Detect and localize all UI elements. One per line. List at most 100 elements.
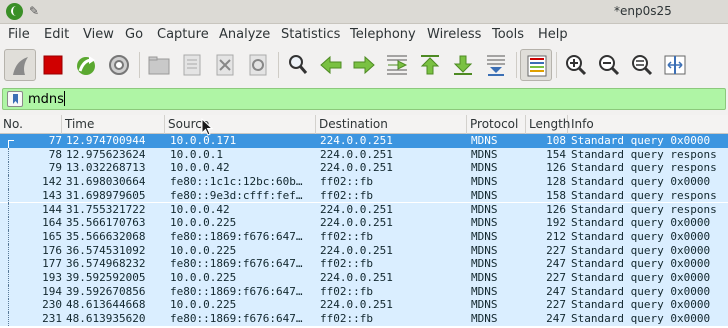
packet-length-cell: 247 (546, 312, 566, 326)
packet-protocol-cell: MDNS (471, 175, 498, 189)
column-header-protocol[interactable]: Protocol (467, 115, 526, 134)
packet-row[interactable]: 193 39.592592005 10.0.0.225 224.0.0.251 MDNS… (0, 271, 728, 285)
go-to-packet-icon[interactable] (381, 49, 413, 81)
packet-source-cell: 10.0.0.1 (170, 147, 223, 161)
packet-row[interactable]: 230 48.613644668 10.0.0.225 224.0.0.251 MDNS… (0, 298, 728, 313)
column-header-info[interactable]: Info (568, 115, 728, 134)
packet-no-cell: 164 (42, 216, 62, 230)
packet-destination-cell: 224.0.0.251 (320, 243, 393, 257)
packet-row[interactable]: 176 36.574531092 10.0.0.225 224.0.0.251 MDNS… (0, 243, 728, 258)
stop-capture-icon[interactable] (37, 49, 69, 81)
packet-row[interactable]: 144 31.755321722 10.0.0.42 224.0.0.251 MDNS 1… (0, 202, 728, 217)
menu-analyze[interactable]: Analyze (219, 27, 270, 42)
packet-destination-cell: ff02::fb (320, 312, 373, 326)
display-filter-input[interactable]: mdns (2, 88, 726, 110)
column-header-length[interactable]: Length (526, 115, 570, 134)
packet-row[interactable]: 77 12.974700944 10.0.0.171 224.0.0.251 MDNS 1… (0, 134, 728, 148)
go-first-icon[interactable] (414, 49, 446, 81)
capture-options-icon[interactable] (103, 49, 135, 81)
packet-info-cell: Standard query respons (571, 188, 717, 202)
column-header-source[interactable]: Source (165, 115, 316, 134)
packet-protocol-cell: MDNS (471, 243, 498, 257)
menu-statistics[interactable]: Statistics (281, 27, 340, 42)
packet-no-cell: 79 (48, 161, 62, 175)
pin-icon[interactable]: ✎ (29, 4, 41, 18)
packet-time-cell: 31.755321722 (66, 202, 146, 216)
filter-text: mdns (28, 92, 64, 107)
colorize-icon[interactable] (520, 49, 552, 81)
autoscroll-icon[interactable] (480, 49, 512, 81)
zoom-out-icon[interactable] (593, 49, 625, 81)
packet-info-cell: Standard query 0x0000 (571, 175, 711, 189)
packet-length-cell: 126 (546, 161, 566, 175)
toolbar-separator (516, 52, 517, 78)
menu-capture[interactable]: Capture (157, 27, 209, 42)
go-back-icon[interactable] (315, 49, 347, 81)
go-forward-icon[interactable] (348, 49, 380, 81)
packet-time-cell: 31.698030664 (66, 175, 146, 189)
packet-no-cell: 231 (42, 312, 62, 326)
packet-row[interactable]: 177 36.574968232 fe80::1869:f676:647… ff02:… (0, 257, 728, 272)
column-header-no[interactable]: No. (0, 115, 62, 134)
filter-bookmark-icon[interactable] (7, 91, 23, 107)
restart-capture-icon[interactable] (70, 49, 102, 81)
packet-no-cell: 193 (42, 271, 62, 284)
menu-help[interactable]: Help (538, 27, 568, 42)
packet-destination-cell: 224.0.0.251 (320, 202, 393, 216)
menu-bar: File Edit View Go Capture Analyze Statis… (0, 24, 728, 46)
column-header-destination[interactable]: Destination (316, 115, 467, 134)
packet-source-cell: fe80::9e3d:cfff:fef… (170, 188, 303, 202)
packet-protocol-cell: MDNS (471, 312, 498, 326)
menu-tools[interactable]: Tools (492, 27, 524, 42)
packet-row[interactable]: 165 35.566632068 fe80::1869:f676:647… ff02:… (0, 229, 728, 244)
packet-protocol-cell: MDNS (471, 284, 498, 298)
packet-time-cell: 35.566170763 (66, 216, 146, 230)
packet-row[interactable]: 78 12.975623624 10.0.0.1 224.0.0.251 MDNS 154… (0, 147, 728, 162)
packet-row[interactable]: 231 48.613935620 fe80::1869:f676:647… ff02:… (0, 312, 728, 327)
toolbar-separator (139, 52, 140, 78)
open-file-icon[interactable] (143, 49, 175, 81)
packet-no-cell: 177 (42, 257, 62, 271)
menu-wireless[interactable]: Wireless (427, 27, 481, 42)
packet-time-cell: 12.975623624 (66, 147, 146, 161)
packet-row[interactable]: 79 13.032268713 10.0.0.42 224.0.0.251 MDNS 12… (0, 161, 728, 176)
packet-destination-cell: 224.0.0.251 (320, 271, 393, 284)
packet-time-cell: 48.613644668 (66, 298, 146, 312)
reload-file-icon[interactable] (242, 49, 274, 81)
packet-source-cell: fe80::1869:f676:647… (170, 257, 303, 271)
packet-info-cell: Standard query 0x0000 (571, 134, 711, 147)
packet-protocol-cell: MDNS (471, 147, 498, 161)
menu-file[interactable]: File (8, 27, 30, 42)
save-file-icon[interactable] (176, 49, 208, 81)
packet-length-cell: 247 (546, 284, 566, 298)
resize-columns-icon[interactable] (659, 49, 691, 81)
packet-row[interactable]: 164 35.566170763 10.0.0.225 224.0.0.251 MDNS… (0, 216, 728, 231)
packet-no-cell: 143 (42, 188, 62, 202)
packet-source-cell: 10.0.0.171 (170, 134, 237, 147)
packet-no-cell: 142 (42, 175, 62, 189)
packet-destination-cell: ff02::fb (320, 257, 373, 271)
packet-row[interactable]: 143 31.698979605 fe80::9e3d:cfff:fef… ff02:… (0, 188, 728, 203)
close-file-icon[interactable] (209, 49, 241, 81)
find-packet-icon[interactable] (282, 49, 314, 81)
packet-protocol-cell: MDNS (471, 216, 498, 230)
menu-view[interactable]: View (83, 27, 114, 42)
zoom-in-icon[interactable] (560, 49, 592, 81)
packet-list[interactable]: No. Time Source Destination Protocol Len… (0, 115, 728, 328)
shark-fin-start-icon[interactable] (4, 49, 36, 81)
packet-destination-cell: 224.0.0.251 (320, 298, 393, 312)
packet-destination-cell: ff02::fb (320, 175, 373, 189)
menu-go[interactable]: Go (125, 27, 143, 42)
column-header-time[interactable]: Time (62, 115, 165, 134)
packet-row[interactable]: 142 31.698030664 fe80::1c1c:12bc:60b… ff02:… (0, 175, 728, 190)
go-last-icon[interactable] (447, 49, 479, 81)
packet-source-cell: 10.0.0.42 (170, 161, 230, 175)
packet-info-cell: Standard query respons (571, 161, 717, 175)
packet-length-cell: 154 (546, 147, 566, 161)
packet-row[interactable]: 194 39.592670856 fe80::1869:f676:647… ff02:… (0, 284, 728, 299)
filter-value[interactable]: mdns (28, 91, 65, 107)
menu-edit[interactable]: Edit (44, 27, 69, 42)
display-filter-bar: mdns (0, 86, 728, 112)
menu-telephony[interactable]: Telephony (350, 27, 416, 42)
normal-size-icon[interactable] (626, 49, 658, 81)
